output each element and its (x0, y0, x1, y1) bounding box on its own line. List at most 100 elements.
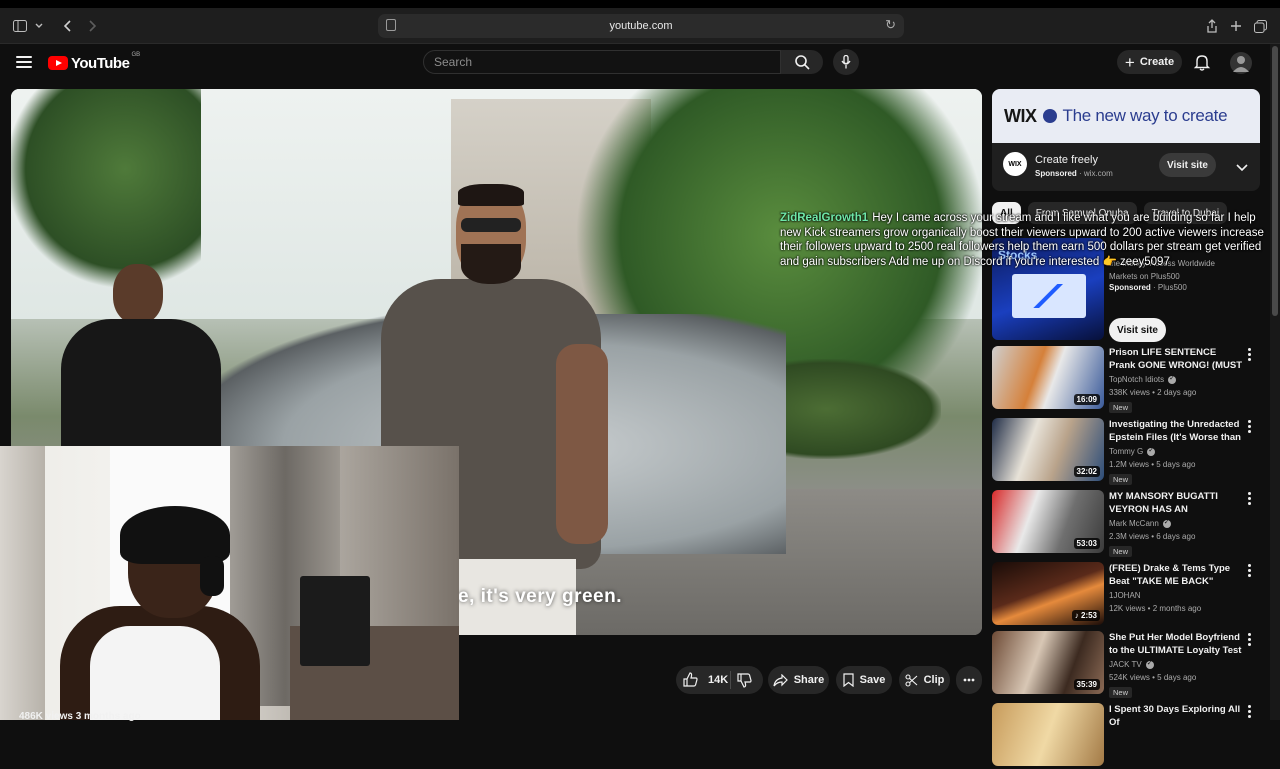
ad-title[interactable]: Create freely (1035, 154, 1098, 166)
video-thumbnail[interactable]: 16:09 (992, 346, 1104, 409)
new-badge: New (1109, 402, 1133, 413)
stream-chat-message: ZidRealGrowth1 Hey I came across your str… (780, 211, 1275, 269)
ad-banner-tagline: The new way to create (1062, 106, 1228, 125)
sponsored-ad-card[interactable]: WIX The new way to create WIX Create fre… (992, 89, 1260, 191)
page-scrollbar[interactable] (1270, 44, 1280, 720)
window-top-strip (0, 0, 1280, 8)
ad-advertiser-logo[interactable]: WIX (1003, 152, 1027, 176)
more-vertical-icon[interactable] (1248, 348, 1252, 361)
video-title[interactable]: Investigating the Unredacted Epstein Fil… (1109, 418, 1244, 444)
ad-sponsored-line: Sponsored · wix.com (1035, 169, 1113, 178)
more-actions-button[interactable] (956, 666, 982, 694)
channel-name-text: 1JOHAN (1109, 591, 1141, 600)
search-box (423, 50, 781, 74)
channel-name-text: Tommy G (1109, 447, 1144, 456)
more-vertical-icon[interactable] (1248, 705, 1252, 718)
more-vertical-icon[interactable] (1248, 492, 1252, 505)
more-vertical-icon[interactable] (1248, 564, 1252, 577)
channel-name[interactable]: JACK TV (1109, 659, 1154, 669)
recommended-video[interactable]: I Spent 30 Days Exploring All Of (992, 703, 1260, 769)
dislike-button[interactable] (737, 673, 758, 691)
forward-icon[interactable] (84, 16, 100, 36)
youtube-logo[interactable]: YouTube GB (48, 52, 141, 72)
ad-banner-brand: WIX (1004, 105, 1037, 126)
channel-name[interactable]: Tommy G (1109, 446, 1156, 456)
reload-icon[interactable]: ↻ (885, 17, 896, 33)
recommended-video[interactable]: ♪ 2:53 (FREE) Drake & Tems Type Beat "TA… (992, 562, 1260, 628)
thumbs-up-icon (683, 672, 698, 687)
back-icon[interactable] (60, 16, 76, 36)
like-button[interactable]: 14K (683, 672, 728, 687)
ad-dot-icon (1042, 109, 1057, 123)
recommended-video[interactable]: 32:02 Investigating the Unredacted Epste… (992, 418, 1260, 485)
new-badge: New (1109, 474, 1133, 485)
video-thumbnail[interactable]: 32:02 (992, 418, 1104, 481)
video-title[interactable]: I Spent 30 Days Exploring All Of (1109, 703, 1244, 729)
verified-badge-icon (1145, 659, 1154, 669)
sidebar-toggle-icon[interactable] (10, 16, 30, 36)
video-duration: 32:02 (1073, 466, 1100, 477)
video-meta: 12K views • 2 months ago (1109, 604, 1202, 613)
scissors-icon (905, 673, 917, 687)
more-vertical-icon[interactable] (1248, 633, 1252, 646)
address-bar[interactable]: youtube.com ↻ (378, 14, 904, 38)
recommended-video[interactable]: 35:39 She Put Her Model Boyfriend to the… (992, 631, 1260, 698)
clip-button[interactable]: Clip (899, 666, 950, 694)
video-title[interactable]: (FREE) Drake & Tems Type Beat "TAKE ME B… (1109, 562, 1244, 588)
video-duration: 16:09 (1073, 394, 1100, 405)
video-title[interactable]: Prison LIFE SENTENCE Prank GONE WRONG! (… (1109, 346, 1244, 372)
tab-overview-icon[interactable] (1252, 16, 1268, 36)
video-caption: e, it's very green. (458, 586, 622, 607)
share-page-icon[interactable] (1204, 16, 1220, 36)
clip-label: Clip (923, 674, 945, 686)
ad2-visit-site-button[interactable]: Visit site (1109, 318, 1166, 342)
save-button[interactable]: Save (836, 666, 892, 694)
voice-search-button[interactable] (833, 49, 859, 75)
chevron-down-icon[interactable] (1236, 159, 1248, 177)
new-tab-icon[interactable] (1228, 16, 1244, 36)
webcam-speaker (300, 576, 370, 666)
verified-badge-icon (1168, 374, 1177, 384)
channel-name[interactable]: 1JOHAN (1109, 591, 1141, 600)
ad2-sponsored-line: Sponsored · Plus500 (1109, 283, 1187, 292)
channel-name[interactable]: TopNotch Idiots (1109, 374, 1177, 384)
search-input[interactable] (424, 51, 780, 73)
video-title[interactable]: She Put Her Model Boyfriend to the ULTIM… (1109, 631, 1244, 657)
more-vertical-icon[interactable] (1248, 420, 1252, 433)
youtube-header: YouTube GB + Create (0, 44, 1268, 84)
recommended-video[interactable]: 16:09 Prison LIFE SENTENCE Prank GONE WR… (992, 346, 1260, 413)
channel-name-text: JACK TV (1109, 660, 1142, 669)
search-button[interactable] (781, 50, 823, 74)
plus-icon: + (1124, 52, 1135, 72)
microphone-icon (841, 55, 851, 69)
video-meta: 338K views • 2 days ago (1109, 388, 1197, 397)
url-text: youtube.com (609, 20, 673, 32)
video-thumbnail[interactable]: ♪ 2:53 (992, 562, 1104, 625)
video-thumbnail[interactable]: 53:03 (992, 490, 1104, 553)
share-button[interactable]: Share (768, 666, 829, 694)
recommended-video[interactable]: 53:03 MY MANSORY BUGATTI VEYRON HAS AN U… (992, 490, 1260, 557)
notifications-bell-icon[interactable] (1192, 52, 1212, 72)
like-count: 14K (708, 673, 729, 686)
more-horizontal-icon (963, 678, 975, 682)
site-settings-icon[interactable] (386, 19, 396, 31)
create-label: Create (1139, 56, 1175, 68)
ad-banner[interactable]: WIX The new way to create (992, 89, 1260, 143)
channel-name-text: Mark McCann (1109, 519, 1159, 528)
chevron-down-icon[interactable] (32, 16, 46, 36)
search-icon (794, 54, 810, 70)
bookmark-icon (843, 673, 854, 687)
ad-visit-site-button[interactable]: Visit site (1159, 153, 1216, 177)
video-thumbnail[interactable]: 35:39 (992, 631, 1104, 694)
create-button[interactable]: + Create (1117, 50, 1182, 74)
video-frame-tree (11, 89, 201, 289)
video-thumbnail[interactable] (992, 703, 1104, 766)
menu-icon[interactable] (16, 56, 32, 68)
video-duration: 53:03 (1073, 538, 1100, 549)
channel-name[interactable]: Mark McCann (1109, 518, 1171, 528)
account-avatar[interactable] (1230, 52, 1252, 74)
country-code: GB (131, 52, 141, 58)
webcam-person (20, 506, 260, 720)
video-title[interactable]: MY MANSORY BUGATTI VEYRON HAS AN UNFIXAB… (1109, 490, 1244, 516)
scrollbar-thumb[interactable] (1272, 46, 1278, 316)
